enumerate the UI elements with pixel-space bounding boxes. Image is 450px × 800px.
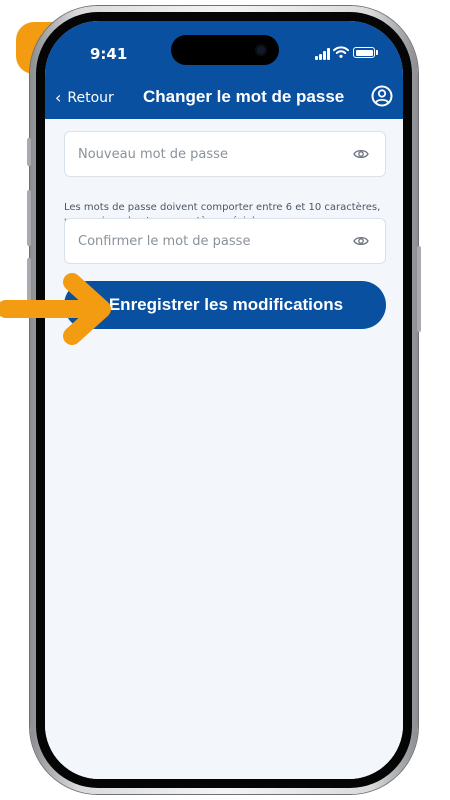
phone-screen: 9:41 ‹ Retour Changer le mot de passe No… — [45, 21, 403, 779]
app-header: 9:41 ‹ Retour Changer le mot de passe — [45, 21, 403, 119]
back-label: Retour — [67, 90, 114, 106]
power-button — [417, 246, 421, 332]
back-button[interactable]: ‹ Retour — [55, 88, 114, 108]
status-icons — [315, 46, 385, 60]
wifi-icon — [333, 46, 349, 58]
battery-tip — [376, 50, 378, 55]
camera-icon — [255, 44, 267, 56]
pointer-arrow-icon — [0, 273, 111, 345]
new-password-placeholder: Nouveau mot de passe — [78, 147, 228, 162]
user-circle-icon[interactable] — [371, 85, 393, 107]
eye-icon[interactable] — [353, 148, 369, 160]
confirm-password-field[interactable]: Confirmer le mot de passe — [64, 218, 386, 264]
save-changes-label: Enregistrer les modifications — [108, 295, 344, 314]
action-button — [27, 138, 31, 166]
confirm-password-placeholder: Confirmer le mot de passe — [78, 234, 251, 249]
dynamic-island — [171, 35, 279, 65]
battery-icon — [353, 47, 375, 58]
chevron-left-icon: ‹ — [55, 88, 62, 107]
form-content: Nouveau mot de passe Les mots de passe d… — [45, 119, 403, 779]
new-password-field[interactable]: Nouveau mot de passe — [64, 131, 386, 177]
volume-up-button — [27, 190, 31, 246]
page-title: Changer le mot de passe — [143, 87, 345, 106]
status-time: 9:41 — [90, 45, 128, 63]
eye-icon[interactable] — [353, 235, 369, 247]
